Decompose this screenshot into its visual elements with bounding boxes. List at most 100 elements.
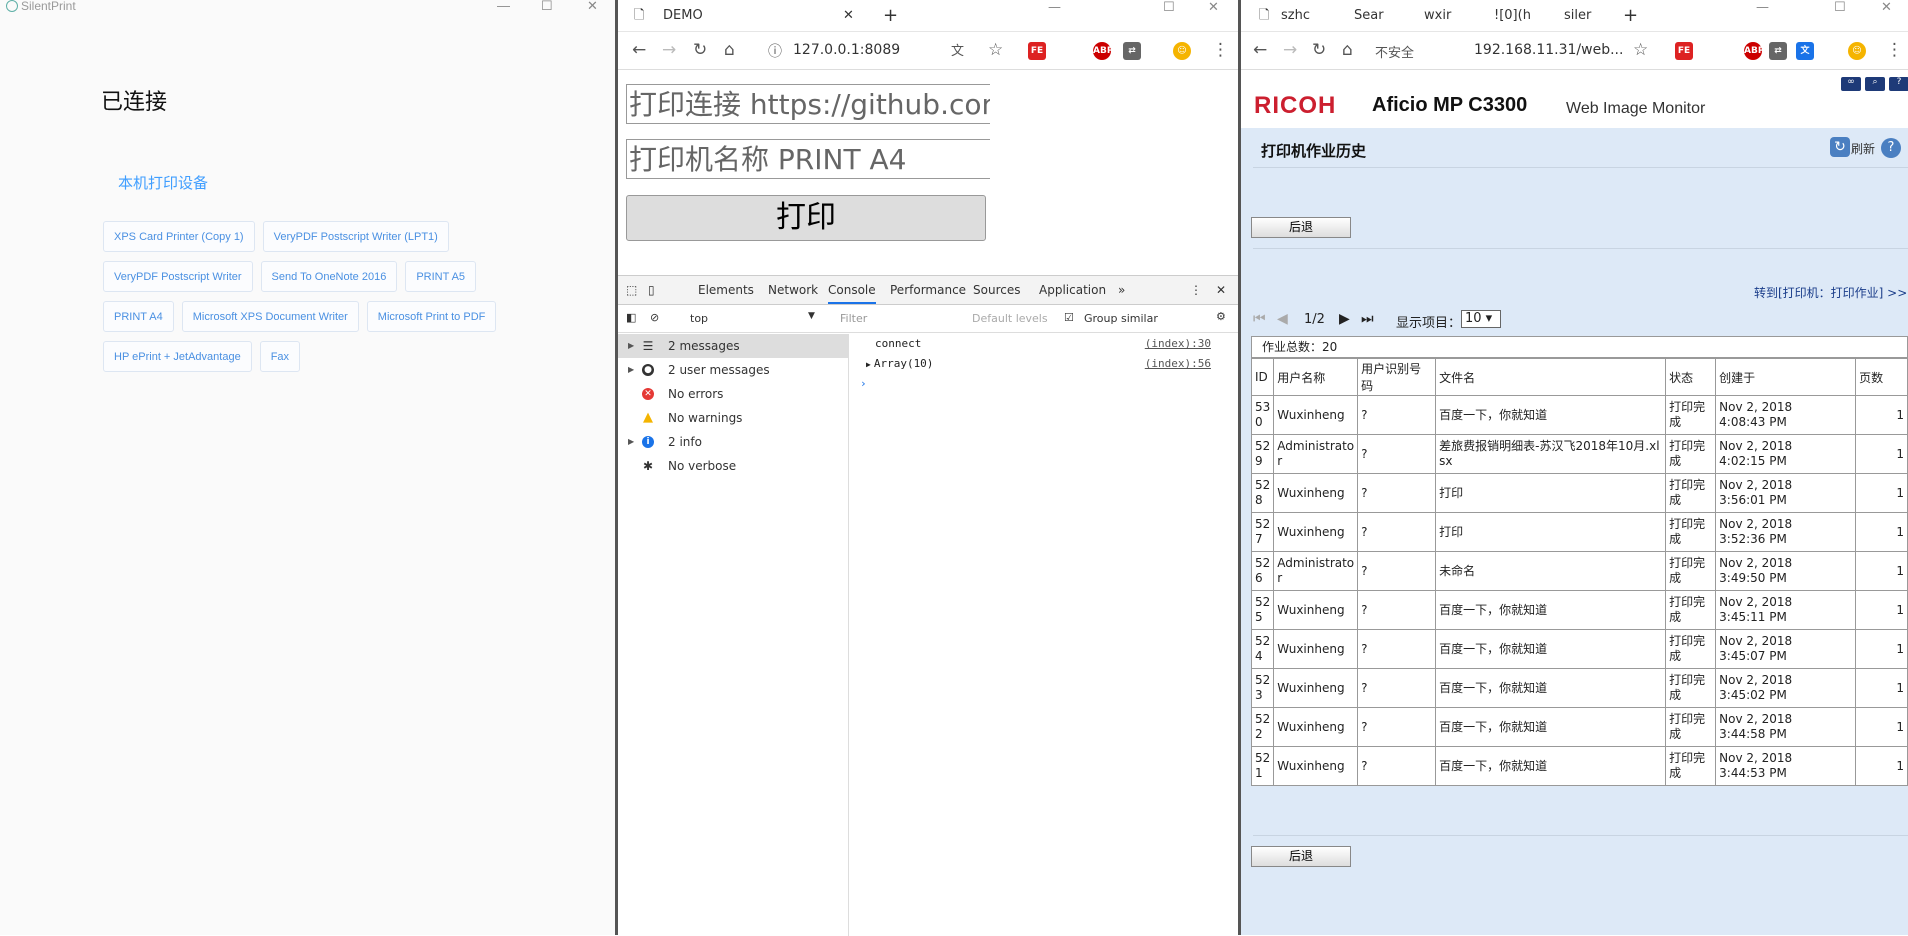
back-button-bottom[interactable]: 后退	[1251, 846, 1351, 867]
tab-search[interactable]: Sear	[1354, 0, 1384, 32]
reload-icon[interactable]: ↻	[1312, 40, 1326, 60]
address-bar[interactable]: 127.0.0.1:8089	[793, 42, 900, 58]
group-similar-checkbox[interactable]: ☑	[1064, 311, 1074, 324]
next-page-icon[interactable]: ▶	[1339, 311, 1350, 327]
device-chip[interactable]: VeryPDF Postscript Writer	[103, 261, 253, 292]
maximize-icon[interactable]: ☐	[1163, 1, 1175, 14]
profile-avatar-icon[interactable]: ☺	[1173, 42, 1191, 60]
tab-elements[interactable]: Elements	[698, 283, 754, 297]
tab-demo[interactable]: DEMO	[663, 0, 703, 32]
extension-icon[interactable]: ⇄	[1769, 42, 1787, 60]
sidebar-item-warnings[interactable]: ▲ No warnings	[618, 406, 848, 430]
sidebar-item-user-messages[interactable]: ▶ ● 2 user messages	[618, 358, 848, 382]
home-icon[interactable]: ⌂	[724, 40, 735, 60]
adblock-icon[interactable]: ABP	[1744, 42, 1764, 60]
last-page-icon[interactable]: ⏭	[1361, 311, 1374, 327]
print-link-input[interactable]: 打印连接 https://github.com/	[626, 84, 990, 124]
source-link[interactable]: (index):56	[1145, 354, 1211, 374]
inspect-icon[interactable]: ⬚	[626, 283, 637, 297]
device-chip[interactable]: VeryPDF Postscript Writer (LPT1)	[262, 221, 449, 252]
tab-network[interactable]: Network	[768, 283, 818, 297]
profile-avatar-icon[interactable]: ☺	[1848, 42, 1866, 60]
goto-print-jobs-link[interactable]: 转到[打印机：打印作业] >>	[1754, 284, 1907, 301]
console-prompt-icon[interactable]: ›	[850, 374, 1238, 394]
sidebar-item-messages[interactable]: ▶ ☰ 2 messages	[618, 334, 848, 358]
source-link[interactable]: (index):30	[1145, 334, 1211, 354]
sidebar-toggle-icon[interactable]: ◧	[626, 311, 636, 324]
search-icon[interactable]: ⌕	[1865, 77, 1885, 91]
levels-select[interactable]: Default levels	[972, 312, 1048, 325]
more-tabs-icon[interactable]: »	[1118, 283, 1125, 297]
close-icon[interactable]: ✕	[1208, 1, 1219, 14]
sidebar-item-verbose[interactable]: ✱ No verbose	[618, 454, 848, 478]
devtools-close-icon[interactable]: ✕	[1216, 283, 1226, 297]
tab-console[interactable]: Console	[828, 283, 876, 304]
device-chip[interactable]: XPS Card Printer (Copy 1)	[103, 221, 255, 252]
device-chip[interactable]: Microsoft XPS Document Writer	[181, 301, 359, 332]
printer-name-input[interactable]: 打印机名称 PRINT A4	[626, 139, 990, 179]
device-toggle-icon[interactable]: ▯	[648, 283, 655, 297]
translate-icon[interactable]: 文	[1796, 42, 1814, 60]
tab-sources[interactable]: Sources	[973, 283, 1020, 297]
close-icon[interactable]: ✕	[1881, 1, 1892, 14]
forward-icon[interactable]: →	[1283, 40, 1297, 60]
bookmark-star-icon[interactable]: ☆	[1633, 40, 1648, 60]
device-chip[interactable]: PRINT A5	[405, 261, 477, 292]
back-icon[interactable]: ←	[632, 40, 646, 60]
context-select[interactable]: top	[690, 312, 708, 325]
close-icon[interactable]: ✕	[587, 0, 598, 12]
translate-icon[interactable]: 文	[951, 42, 964, 62]
back-icon[interactable]: ←	[1253, 40, 1267, 60]
device-chip[interactable]: Send To OneNote 2016	[260, 261, 398, 292]
filter-input[interactable]: Filter	[840, 312, 867, 325]
minimize-icon[interactable]: —	[1756, 1, 1769, 14]
prev-page-icon[interactable]: ◀	[1277, 311, 1288, 327]
info-icon[interactable]: ⓘ	[768, 42, 782, 62]
maximize-icon[interactable]: ☐	[1834, 1, 1846, 14]
security-label[interactable]: 不安全	[1375, 42, 1414, 61]
maximize-icon[interactable]: ☐	[541, 0, 553, 12]
menu-icon[interactable]: ⋮	[1212, 40, 1229, 60]
devtools-menu-icon[interactable]: ⋮	[1190, 283, 1202, 297]
tab-image[interactable]: ![0](h	[1494, 0, 1531, 32]
refresh-icon[interactable]: ↻	[1830, 137, 1850, 157]
link-icon[interactable]: ∞	[1841, 77, 1861, 91]
bookmark-star-icon[interactable]: ☆	[988, 40, 1003, 60]
tab-application[interactable]: Application	[1039, 283, 1106, 297]
device-chip[interactable]: HP ePrint + JetAdvantage	[103, 341, 252, 372]
minimize-icon[interactable]: —	[1048, 1, 1061, 14]
expand-arrow-icon[interactable]: ▶	[866, 360, 871, 369]
first-page-icon[interactable]: ⏮	[1253, 311, 1266, 327]
tab-silent[interactable]: siler	[1564, 0, 1591, 32]
reload-icon[interactable]: ↻	[693, 40, 707, 60]
tab-szhc[interactable]: szhc	[1281, 0, 1310, 32]
extension-icon[interactable]: ⇄	[1123, 42, 1141, 60]
forward-icon[interactable]: →	[662, 40, 676, 60]
display-count-select[interactable]: 10 ▾	[1461, 310, 1501, 328]
new-tab-icon[interactable]: +	[883, 0, 898, 32]
clear-console-icon[interactable]: ⊘	[650, 311, 659, 324]
minimize-icon[interactable]: —	[497, 0, 510, 12]
sidebar-item-info[interactable]: ▶ i 2 info	[618, 430, 848, 454]
help-icon[interactable]: ?	[1889, 77, 1908, 91]
print-button[interactable]: 打印	[626, 195, 986, 241]
device-chip[interactable]: PRINT A4	[103, 301, 174, 332]
refresh-label[interactable]: 刷新	[1851, 140, 1875, 157]
tab-wxir[interactable]: wxir	[1424, 0, 1451, 32]
new-tab-icon[interactable]: +	[1623, 0, 1638, 32]
extension-icon[interactable]: FE	[1028, 42, 1046, 60]
tab-close-icon[interactable]: ✕	[843, 0, 854, 32]
console-text[interactable]: Array(10)	[874, 357, 934, 370]
address-bar[interactable]: 192.168.11.31/web...	[1474, 42, 1623, 58]
adblock-icon[interactable]: ABP	[1093, 42, 1113, 60]
devices-title[interactable]: 本机打印设备	[118, 172, 208, 193]
home-icon[interactable]: ⌂	[1342, 40, 1353, 60]
tab-performance[interactable]: Performance	[890, 283, 966, 297]
help-icon[interactable]: ?	[1881, 138, 1901, 158]
settings-gear-icon[interactable]: ⚙	[1216, 310, 1226, 323]
extension-icon[interactable]: FE	[1675, 42, 1693, 60]
device-chip[interactable]: Fax	[259, 341, 301, 372]
back-button-top[interactable]: 后退	[1251, 217, 1351, 238]
chevron-down-icon[interactable]: ▼	[808, 311, 815, 321]
device-chip[interactable]: Microsoft Print to PDF	[366, 301, 497, 332]
